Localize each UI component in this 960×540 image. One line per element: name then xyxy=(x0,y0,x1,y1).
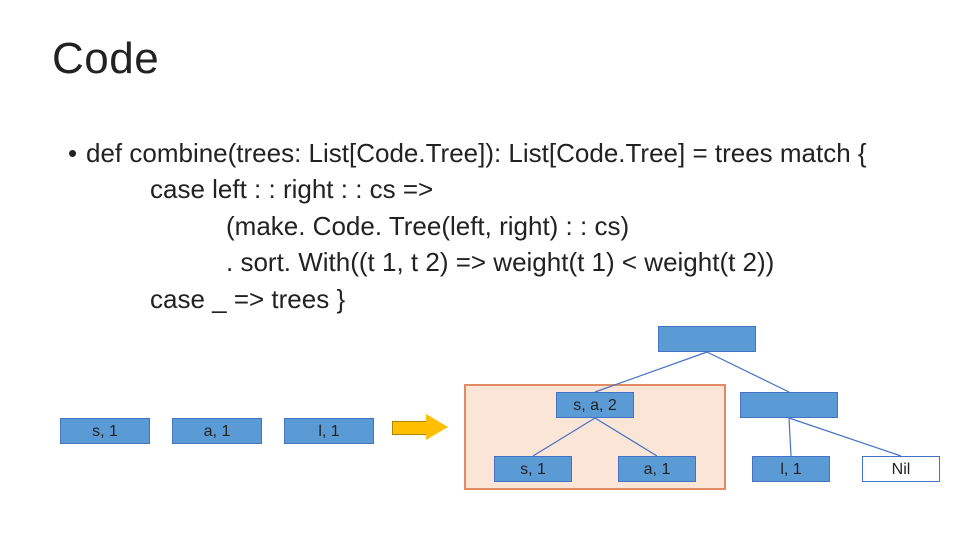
code-line-2: case left : : right : : cs => xyxy=(68,171,920,207)
node-sa2: s, a, 2 xyxy=(556,392,634,418)
leaf-a1: a, 1 xyxy=(618,456,696,482)
slide: Code • def combine(trees: List[Code.Tree… xyxy=(0,0,960,540)
root-node xyxy=(658,326,756,352)
highlight-box xyxy=(464,384,726,490)
code-line-5: case _ => trees } xyxy=(68,281,920,317)
leaf-s1: s, 1 xyxy=(494,456,572,482)
bullet-icon: • xyxy=(68,135,86,171)
node-empty-right xyxy=(740,392,838,418)
code-block: • def combine(trees: List[Code.Tree]): L… xyxy=(68,135,920,317)
slide-title: Code xyxy=(52,34,159,84)
leaf-l1-left: l, 1 xyxy=(284,418,374,444)
code-line-4: . sort. With((t 1, t 2) => weight(t 1) <… xyxy=(68,244,920,280)
leaf-a1-left: a, 1 xyxy=(172,418,262,444)
arrow-icon xyxy=(392,414,448,440)
code-line-1: def combine(trees: List[Code.Tree]): Lis… xyxy=(86,135,867,171)
leaf-nil: Nil xyxy=(862,456,940,482)
leaf-l1: l, 1 xyxy=(752,456,830,482)
leaf-s1-left: s, 1 xyxy=(60,418,150,444)
code-line-3: (make. Code. Tree(left, right) : : cs) xyxy=(68,208,920,244)
